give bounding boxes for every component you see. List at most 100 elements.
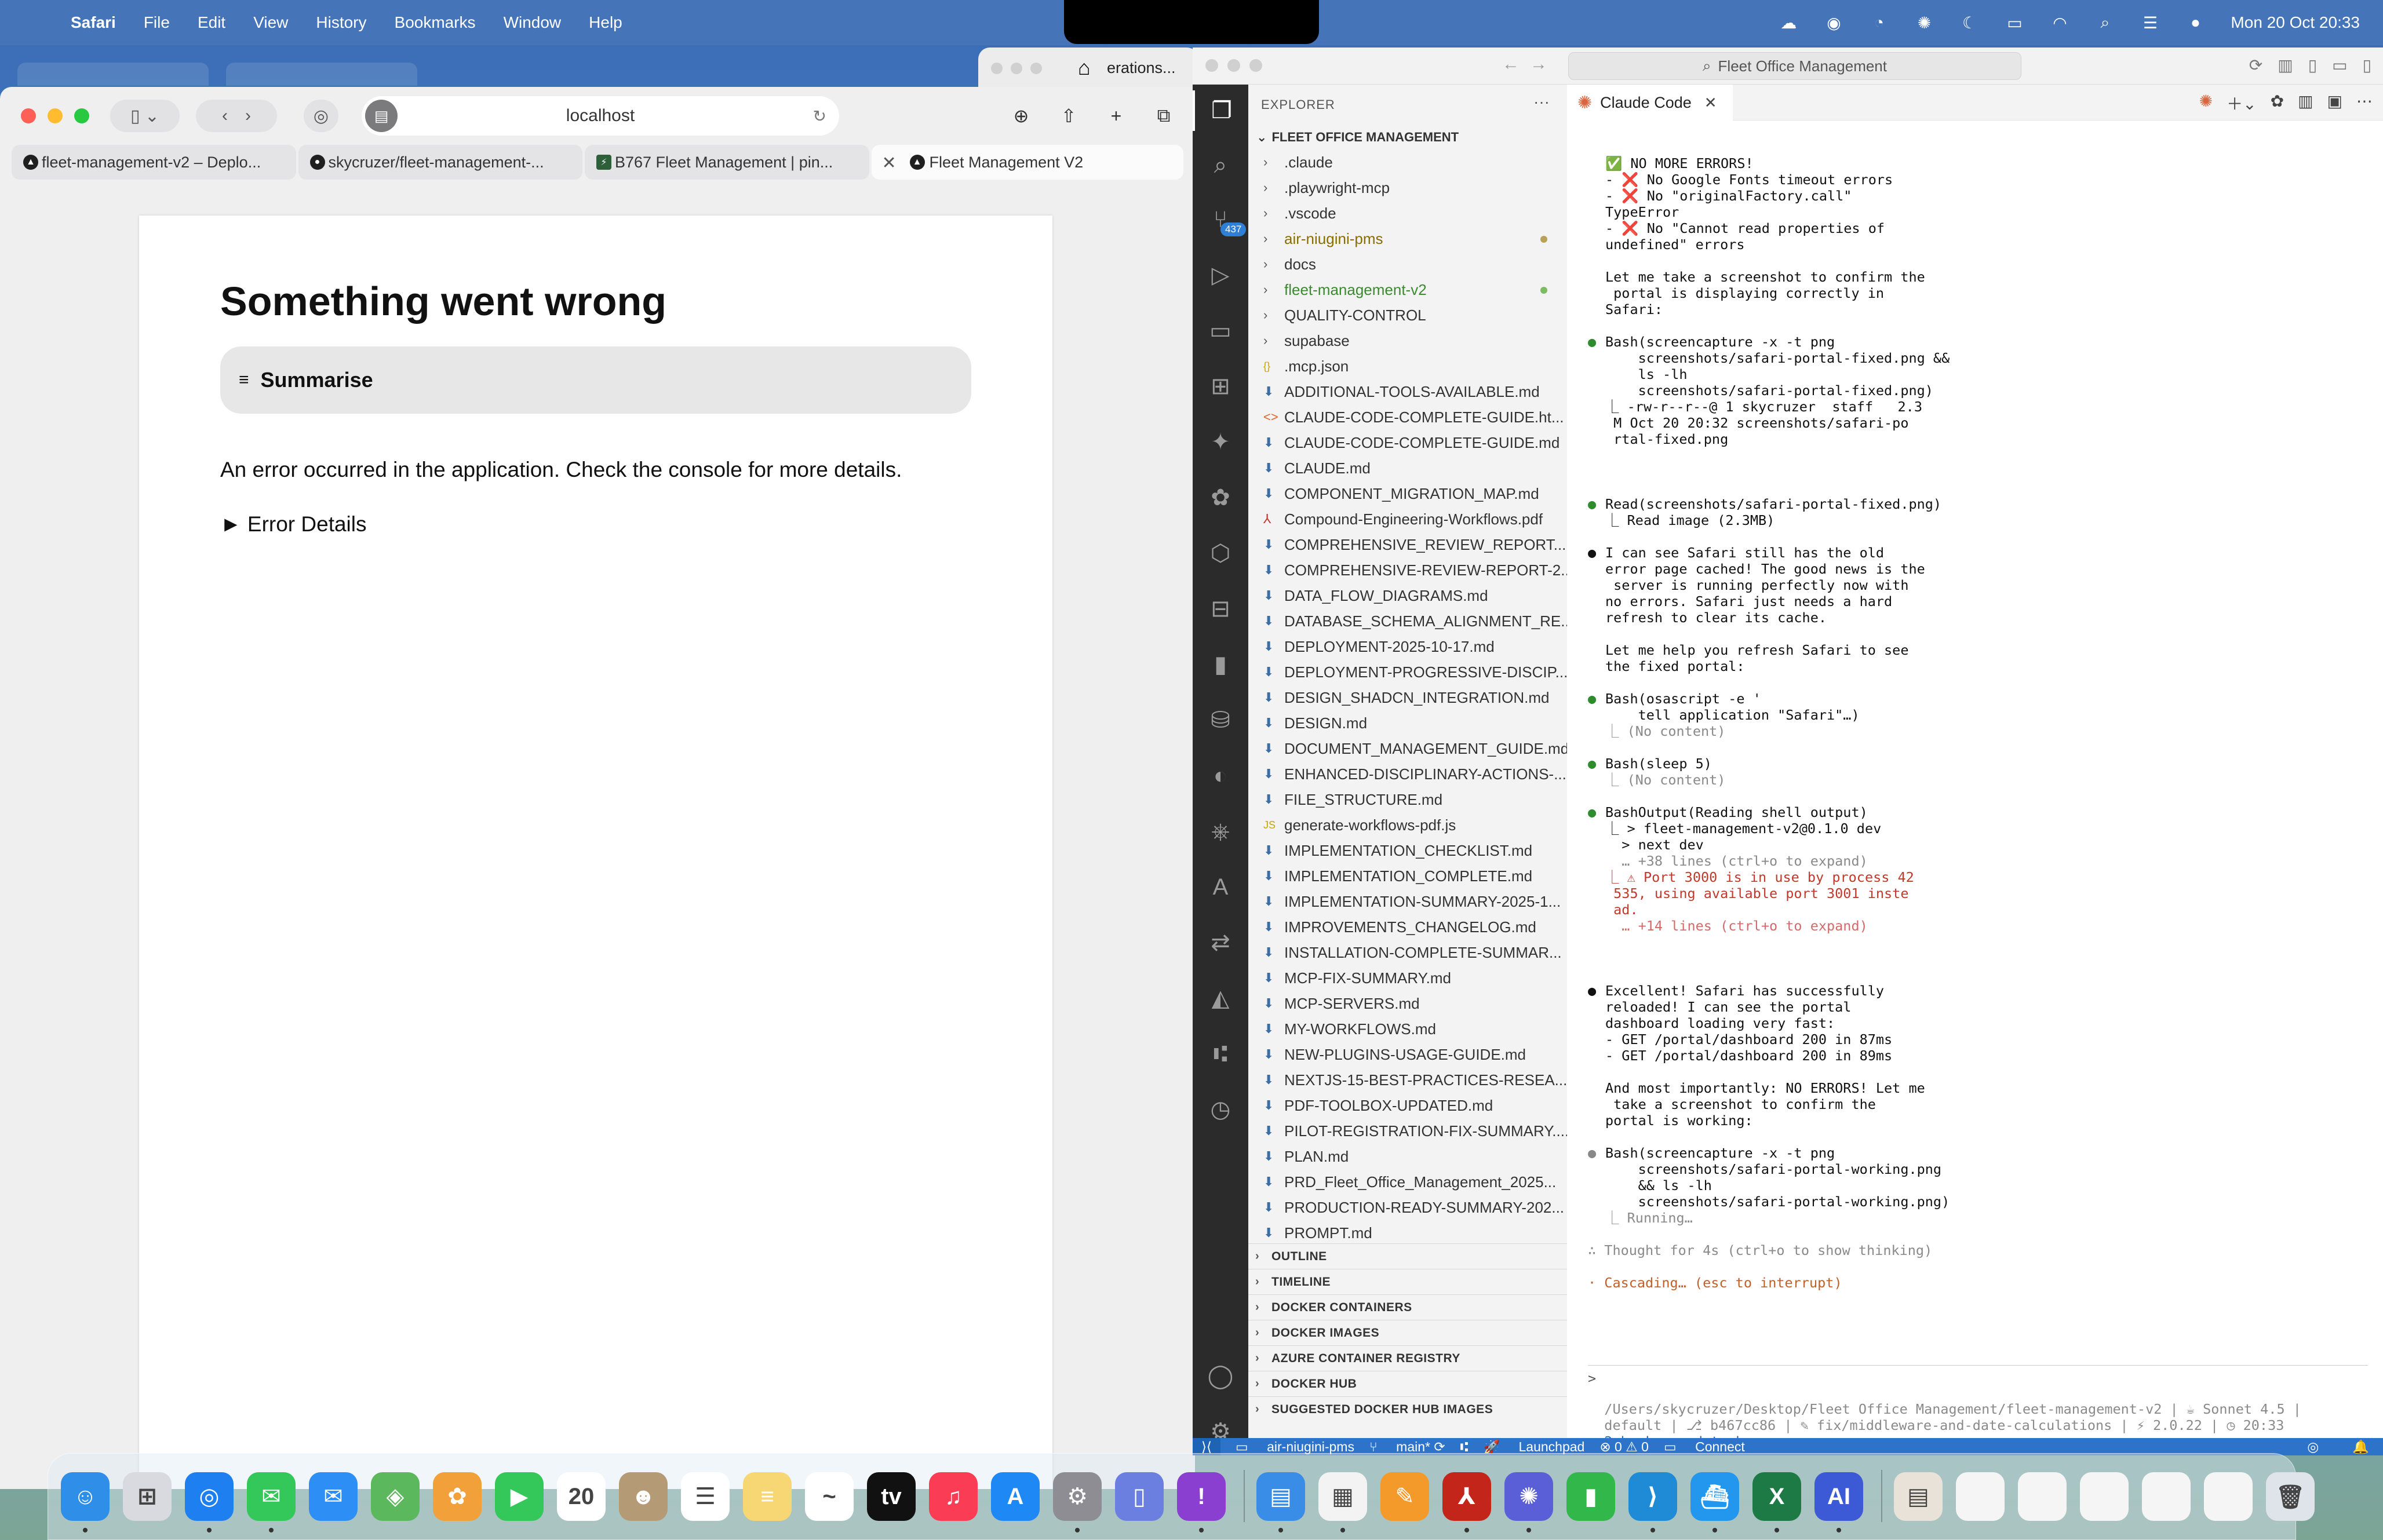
status-launchpad[interactable]: 🚀 Launchpad: [1483, 1439, 1584, 1455]
menu-window[interactable]: Window: [504, 13, 562, 32]
menu-file[interactable]: File: [144, 13, 170, 32]
files-icon[interactable]: ▤: [1256, 1472, 1305, 1521]
window-thumb-icon[interactable]: [2080, 1472, 2129, 1521]
search-icon[interactable]: ⌕: [1193, 145, 1248, 185]
tree-file[interactable]: ⬇ ENHANCED-DISCIPLINARY-ACTIONS-...: [1248, 761, 1567, 787]
tree-file[interactable]: ⬇ INSTALLATION-COMPLETE-SUMMAR...: [1248, 940, 1567, 965]
tree-file[interactable]: ⬇ CLAUDE-CODE-COMPLETE-GUIDE.md: [1248, 430, 1567, 455]
sidebar-section[interactable]: › DOCKER HUB: [1248, 1371, 1567, 1396]
calendar-icon[interactable]: 20: [557, 1472, 606, 1521]
sidebar-section[interactable]: › OUTLINE: [1248, 1243, 1567, 1269]
azure-icon[interactable]: A: [1193, 867, 1248, 907]
tree-file[interactable]: ⬇ NEXTJS-15-BEST-PRACTICES-RESEA...: [1248, 1067, 1567, 1093]
bell-icon[interactable]: 🔔: [2352, 1439, 2369, 1455]
panel-toggle-icon[interactable]: ▭: [2332, 56, 2347, 75]
more-actions-icon[interactable]: ⋯: [2356, 92, 2373, 115]
window-thumb-icon[interactable]: [1956, 1472, 2005, 1521]
menu-edit[interactable]: Edit: [198, 13, 225, 32]
close-window-button[interactable]: [1205, 59, 1218, 72]
sidebar-toggle-button[interactable]: ▯ ⌄: [110, 100, 180, 132]
tree-file[interactable]: ⬇ COMPONENT_MIGRATION_MAP.md: [1248, 481, 1567, 506]
account-icon[interactable]: ◯: [1193, 1356, 1248, 1396]
figma-icon[interactable]: ◭: [1193, 978, 1248, 1019]
tree-folder[interactable]: › .vscode: [1248, 200, 1567, 226]
tab-fleet-management[interactable]: ✕ ▲ Fleet Management V2: [871, 145, 1183, 180]
notes-icon[interactable]: ≡: [743, 1472, 792, 1521]
kubernetes-icon[interactable]: ⎈: [1193, 811, 1248, 852]
menubar-clock[interactable]: Mon 20 Oct 20:33: [2231, 13, 2360, 32]
window-thumb-icon[interactable]: [2142, 1472, 2191, 1521]
tree-file[interactable]: ⬇ FILE_STRUCTURE.md: [1248, 787, 1567, 812]
edge-icon[interactable]: ◐: [1193, 756, 1248, 796]
launchpad-icon[interactable]: ⊞: [123, 1472, 172, 1521]
tree-file[interactable]: ⬇ PRODUCTION-READY-SUMMARY-202...: [1248, 1195, 1567, 1220]
close-tab-icon[interactable]: ✕: [882, 153, 897, 173]
sidebar-section[interactable]: › SUGGESTED DOCKER HUB IMAGES: [1248, 1396, 1567, 1422]
secondary-sidebar-icon[interactable]: ▯: [2363, 56, 2371, 75]
excel-icon[interactable]: X: [1752, 1472, 1801, 1521]
menu-view[interactable]: View: [253, 13, 288, 32]
git-graph-icon[interactable]: ⑆: [1193, 1034, 1248, 1074]
docker-icon[interactable]: ⊟: [1193, 589, 1248, 629]
tab-github[interactable]: ● skycruzer/fleet-management-...: [298, 145, 582, 180]
grammarly-icon[interactable]: ◉: [1824, 13, 1843, 32]
tree-file[interactable]: ⬇ MCP-SERVERS.md: [1248, 991, 1567, 1016]
timeline-icon[interactable]: ◷: [1193, 1089, 1248, 1130]
tree-file[interactable]: ⬇ DATABASE_SCHEMA_ALIGNMENT_RE...: [1248, 608, 1567, 634]
tree-folder[interactable]: › docs: [1248, 251, 1567, 277]
photos-icon[interactable]: ✿: [433, 1472, 482, 1521]
grammarly-extension-button[interactable]: ◎: [304, 100, 338, 132]
menu-history[interactable]: History: [316, 13, 366, 32]
facetime-icon[interactable]: ▶: [495, 1472, 544, 1521]
reminders-icon[interactable]: ☰: [681, 1472, 730, 1521]
wifi-icon[interactable]: ◠: [2050, 13, 2069, 32]
ai-app-icon[interactable]: AI: [1814, 1472, 1863, 1521]
tree-file[interactable]: ⬇ PILOT-REGISTRATION-FIX-SUMMARY....: [1248, 1118, 1567, 1144]
tree-file[interactable]: <> CLAUDE-CODE-COMPLETE-GUIDE.ht...: [1248, 404, 1567, 430]
vscode-icon[interactable]: ⟩: [1628, 1472, 1677, 1521]
status-connect[interactable]: ▭ Connect: [1664, 1439, 1745, 1455]
claude-terminal[interactable]: > /Users/skycruzer/Desktop/Fleet Office …: [1567, 121, 2383, 1450]
tree-file[interactable]: {} .mcp.json: [1248, 353, 1567, 379]
tree-file[interactable]: ⬇ IMPLEMENTATION-SUMMARY-2025-1...: [1248, 889, 1567, 914]
cloud-icon[interactable]: ☁: [1779, 13, 1798, 32]
openai-icon[interactable]: ✿: [2271, 92, 2284, 115]
tree-file[interactable]: ⬇ DATA_FLOW_DIAGRAMS.md: [1248, 583, 1567, 608]
summarise-button[interactable]: ≡ Summarise: [220, 346, 971, 414]
trash-icon[interactable]: 🗑: [2266, 1472, 2315, 1521]
tab-claude-code[interactable]: ✺ Claude Code ✕: [1567, 85, 1733, 121]
acrobat-icon[interactable]: ⅄: [1442, 1472, 1491, 1521]
sidebar-toggle-icon[interactable]: ▯: [2308, 56, 2317, 75]
claude-icon[interactable]: ✺: [2199, 92, 2213, 115]
zoom-window-button[interactable]: [74, 108, 89, 123]
run-debug-icon[interactable]: ▷: [1193, 255, 1248, 295]
tree-file[interactable]: ⬇ PROMPT.md: [1248, 1220, 1567, 1246]
close-tab-icon[interactable]: ✕: [1704, 94, 1717, 112]
back-forward-buttons[interactable]: ‹›: [196, 100, 277, 132]
tree-folder[interactable]: › fleet-management-v2: [1248, 277, 1567, 302]
close-window-button[interactable]: [21, 108, 36, 123]
layout-icon[interactable]: ▥: [2278, 56, 2293, 75]
tree-file[interactable]: ⅄ Compound-Engineering-Workflows.pdf: [1248, 506, 1567, 532]
tree-file[interactable]: ⬇ DESIGN_SHADCN_INTEGRATION.md: [1248, 685, 1567, 710]
tree-file[interactable]: ⬇ MCP-FIX-SUMMARY.md: [1248, 965, 1567, 991]
contacts-icon[interactable]: ☻: [619, 1472, 668, 1521]
app-store-icon[interactable]: A: [991, 1472, 1040, 1521]
pull-request-icon[interactable]: ⇄: [1193, 922, 1248, 963]
safari-icon[interactable]: ◎: [185, 1472, 234, 1521]
notebook-icon[interactable]: ▮: [1193, 644, 1248, 685]
source-control-icon[interactable]: ⑂ 437: [1193, 199, 1248, 240]
menu-help[interactable]: Help: [589, 13, 622, 32]
feedback-icon[interactable]: !: [1177, 1472, 1226, 1521]
background-safari-window[interactable]: ⌂ erations...: [978, 48, 1198, 88]
tree-folder[interactable]: › air-niugini-pms: [1248, 226, 1567, 251]
menu-app-name[interactable]: Safari: [71, 13, 116, 32]
command-center-search[interactable]: ⌕ Fleet Office Management: [1568, 52, 2021, 80]
pages-icon[interactable]: ✎: [1380, 1472, 1429, 1521]
tree-file[interactable]: ⬇ PDF-TOOLBOX-UPDATED.md: [1248, 1093, 1567, 1118]
app-icon[interactable]: ✺: [1504, 1472, 1553, 1521]
downloads-icon[interactable]: ⊕: [1005, 100, 1037, 132]
numbers-icon[interactable]: ▮: [1566, 1472, 1615, 1521]
tree-folder[interactable]: › QUALITY-CONTROL: [1248, 302, 1567, 328]
workspace-root[interactable]: ⌄ FLEET OFFICE MANAGEMENT: [1256, 130, 1459, 145]
